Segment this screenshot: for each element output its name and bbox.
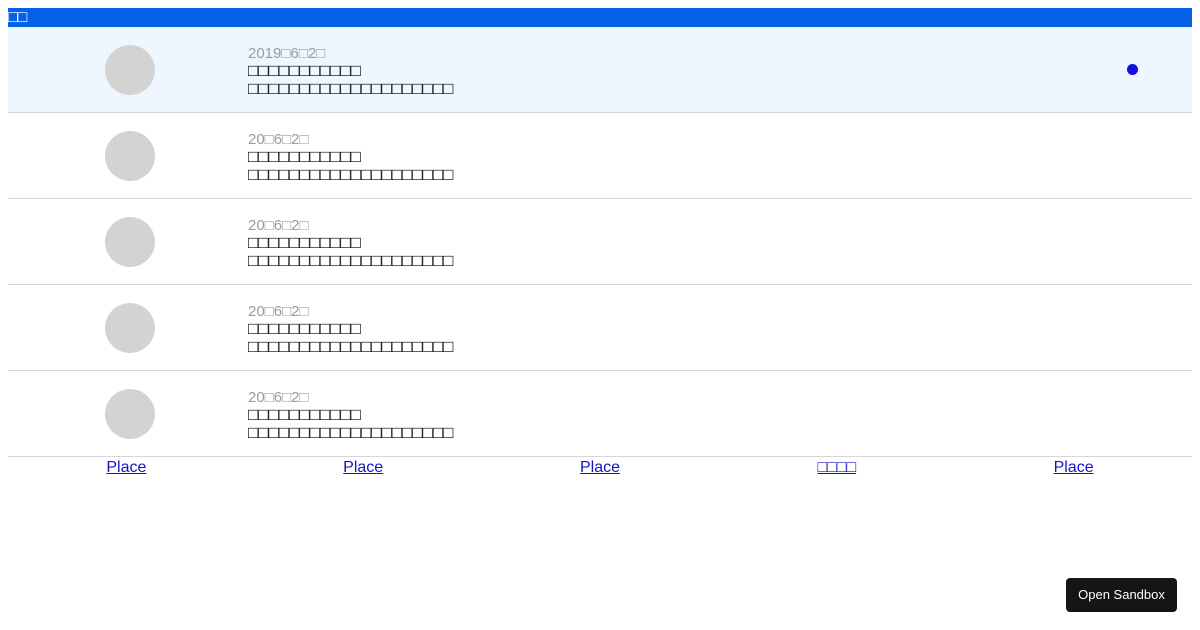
avatar xyxy=(105,216,155,267)
tab-place-1[interactable]: Place xyxy=(106,459,146,476)
notification-content: 2019□6□2□ □□□□□□□□□□□ □□□□□□□□□□□□□□□□□□… xyxy=(248,27,1192,112)
notification-title: □□□□□□□□□□□ xyxy=(248,404,361,424)
notification-date: 20□6□2□ xyxy=(248,216,309,234)
tab-item: Place xyxy=(245,457,482,479)
tab-notifications[interactable]: □□□□ xyxy=(817,459,856,476)
avatar-cell xyxy=(8,285,248,370)
notification-content: 20□6□2□ □□□□□□□□□□□ □□□□□□□□□□□□□□□□□□□□ xyxy=(248,285,1192,370)
avatar-cell xyxy=(8,371,248,456)
notification-content: 20□6□2□ □□□□□□□□□□□ □□□□□□□□□□□□□□□□□□□□ xyxy=(248,199,1192,284)
app-frame: □□ 2019□6□2□ □□□□□□□□□□□ □□□□□□□□□□□□□□□… xyxy=(8,8,1192,479)
notification-body: □□□□□□□□□□□□□□□□□□□□ xyxy=(248,164,454,184)
notification-title: □□□□□□□□□□□ xyxy=(248,146,361,166)
notification-item[interactable]: 20□6□2□ □□□□□□□□□□□ □□□□□□□□□□□□□□□□□□□□ xyxy=(8,113,1192,199)
tab-place-5[interactable]: Place xyxy=(1054,459,1094,476)
notification-date: 20□6□2□ xyxy=(248,130,309,148)
notification-title: □□□□□□□□□□□ xyxy=(248,318,361,338)
notification-date: 2019□6□2□ xyxy=(248,44,326,62)
tab-item: Place xyxy=(8,457,245,479)
notification-body: □□□□□□□□□□□□□□□□□□□□ xyxy=(248,422,454,442)
notification-list: 2019□6□2□ □□□□□□□□□□□ □□□□□□□□□□□□□□□□□□… xyxy=(8,27,1192,457)
unread-dot-icon xyxy=(1127,64,1138,75)
notification-body: □□□□□□□□□□□□□□□□□□□□ xyxy=(248,250,454,270)
tab-place-2[interactable]: Place xyxy=(343,459,383,476)
bottom-tab-bar: Place Place Place □□□□ Place xyxy=(8,457,1192,479)
notification-item[interactable]: 20□6□2□ □□□□□□□□□□□ □□□□□□□□□□□□□□□□□□□□ xyxy=(8,199,1192,285)
notification-body: □□□□□□□□□□□□□□□□□□□□ xyxy=(248,78,454,98)
notification-content: 20□6□2□ □□□□□□□□□□□ □□□□□□□□□□□□□□□□□□□□ xyxy=(248,371,1192,456)
notification-date: 20□6□2□ xyxy=(248,388,309,406)
avatar xyxy=(105,388,155,439)
notification-date: 20□6□2□ xyxy=(248,302,309,320)
avatar xyxy=(105,302,155,353)
avatar xyxy=(105,44,155,95)
tab-item: □□□□ xyxy=(718,457,955,479)
page-header: □□ xyxy=(8,8,1192,27)
tab-item: Place xyxy=(482,457,719,479)
notification-body: □□□□□□□□□□□□□□□□□□□□ xyxy=(248,336,454,356)
tab-item: Place xyxy=(955,457,1192,479)
avatar-cell xyxy=(8,113,248,198)
avatar-cell xyxy=(8,27,248,112)
notification-title: □□□□□□□□□□□ xyxy=(248,60,361,80)
tab-place-3[interactable]: Place xyxy=(580,459,620,476)
notification-item[interactable]: 20□6□2□ □□□□□□□□□□□ □□□□□□□□□□□□□□□□□□□□ xyxy=(8,371,1192,457)
avatar-cell xyxy=(8,199,248,284)
notification-content: 20□6□2□ □□□□□□□□□□□ □□□□□□□□□□□□□□□□□□□□ xyxy=(248,113,1192,198)
open-sandbox-button[interactable]: Open Sandbox xyxy=(1066,578,1177,612)
notification-title: □□□□□□□□□□□ xyxy=(248,232,361,252)
avatar xyxy=(105,130,155,181)
page-title: □□ xyxy=(8,9,28,26)
notification-item[interactable]: 2019□6□2□ □□□□□□□□□□□ □□□□□□□□□□□□□□□□□□… xyxy=(8,27,1192,113)
notification-item[interactable]: 20□6□2□ □□□□□□□□□□□ □□□□□□□□□□□□□□□□□□□□ xyxy=(8,285,1192,371)
